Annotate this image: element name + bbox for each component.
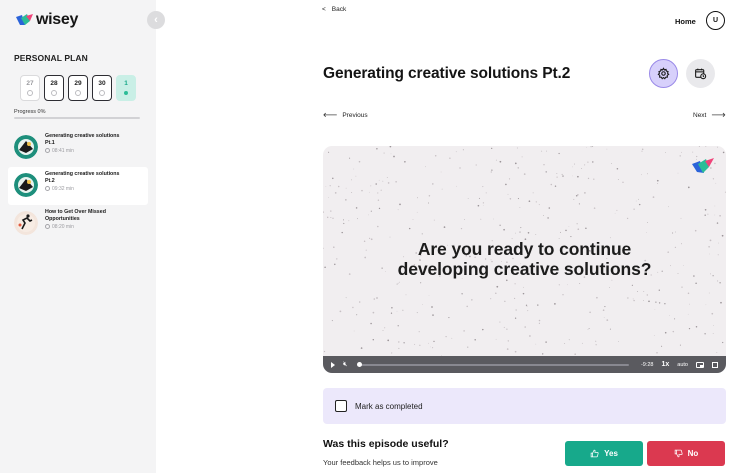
day-status-dot: [124, 91, 128, 95]
picture-in-picture-icon[interactable]: [696, 361, 704, 368]
wisey-watermark-icon: [692, 158, 714, 173]
video-scrubber[interactable]: [357, 361, 629, 367]
day-selector: 27 28 29 30 1: [20, 75, 136, 101]
day-status-dot: [51, 90, 57, 96]
day-30[interactable]: 30: [92, 75, 112, 101]
mute-icon[interactable]: 🔇︎: [343, 361, 347, 369]
sidebar: wisey PERSONAL PLAN 27 28 29 30 1 Progre…: [0, 0, 156, 473]
day-1[interactable]: 1: [116, 75, 136, 101]
feedback-question: Was this episode useful?: [323, 438, 449, 450]
episode-item[interactable]: Generating creative solutions Pt.1 08:41…: [8, 129, 148, 167]
runner-thumbnail-icon: [14, 211, 38, 235]
episode-title: How to Get Over Missed Opportunities: [45, 209, 106, 222]
next-label: Next: [693, 112, 707, 119]
day-number: 29: [74, 80, 82, 87]
episode-duration: 09:32 min: [45, 186, 121, 192]
day-status-dot: [27, 90, 33, 96]
clock-icon: [45, 148, 50, 154]
logo-text: wisey: [36, 11, 79, 28]
video-headline: Are you ready to continue developing cre…: [323, 239, 726, 279]
no-label: No: [687, 449, 699, 458]
yes-label: Yes: [604, 449, 618, 458]
day-29[interactable]: 29: [68, 75, 88, 101]
page-title: Generating creative solutions Pt.2: [323, 65, 571, 82]
avatar-initial: U: [712, 17, 719, 24]
chevron-left-icon: ‹: [154, 14, 158, 26]
collapse-sidebar-button[interactable]: ‹: [147, 11, 165, 29]
yes-button[interactable]: Yes: [565, 441, 643, 466]
arrow-left-icon: ⟵: [323, 110, 338, 121]
day-status-dot: [75, 90, 81, 96]
video-controls: 🔇︎ -9:28 1x auto: [323, 356, 726, 373]
day-number: 30: [98, 80, 106, 87]
thumbs-up-icon: [590, 449, 599, 458]
episode-title: Generating creative solutions Pt.2: [45, 171, 120, 184]
day-28[interactable]: 28: [44, 75, 64, 101]
video-headline-line: developing creative solutions?: [397, 259, 652, 279]
wisey-logo[interactable]: wisey: [16, 11, 78, 29]
schedule-button[interactable]: [686, 59, 715, 88]
episode-duration-text: 08:20 min: [52, 223, 74, 230]
progress-bar: [14, 117, 140, 119]
wisey-logo-icon: [16, 14, 33, 25]
no-button[interactable]: No: [647, 441, 725, 466]
episode-duration-text: 08:41 min: [52, 147, 74, 154]
episode-item[interactable]: How to Get Over Missed Opportunities 08:…: [8, 205, 148, 243]
plan-title: PERSONAL PLAN: [14, 53, 88, 63]
scrubber-handle[interactable]: [357, 361, 363, 367]
creative-thumbnail-icon: [14, 135, 38, 159]
episode-duration: 08:41 min: [45, 148, 121, 154]
quality-button[interactable]: auto: [677, 362, 688, 368]
mark-completed-checkbox[interactable]: [335, 400, 347, 412]
creative-thumbnail-icon: [14, 173, 38, 197]
previous-episode-link[interactable]: ⟵ Previous: [323, 110, 368, 121]
arrow-right-icon: ⟶: [711, 110, 726, 121]
clock-icon: [45, 186, 50, 192]
day-27[interactable]: 27: [20, 75, 40, 101]
clock-icon: [45, 224, 50, 230]
back-link[interactable]: < Back: [322, 6, 346, 13]
avatar[interactable]: U: [706, 11, 725, 30]
episode-title: Generating creative solutions Pt.1: [45, 133, 120, 146]
episode-duration: 08:20 min: [45, 224, 121, 230]
day-number: 1: [124, 80, 128, 87]
day-status-dot: [99, 90, 105, 96]
fullscreen-icon[interactable]: [712, 361, 718, 368]
day-number: 27: [26, 80, 34, 87]
mark-completed-label: Mark as completed: [355, 401, 423, 411]
playback-speed-button[interactable]: 1x: [661, 361, 669, 368]
calendar-clock-icon: [695, 68, 707, 80]
episode-item-current[interactable]: Generating creative solutions Pt.2 09:32…: [8, 167, 148, 205]
progress-label: Progress 0%: [14, 109, 46, 115]
settings-button[interactable]: [649, 59, 678, 88]
next-episode-link[interactable]: Next ⟶: [693, 110, 726, 121]
feedback-subtitle: Your feedback helps us to improve: [323, 458, 438, 467]
chevron-left-icon: <: [322, 6, 326, 13]
home-link[interactable]: Home: [675, 17, 696, 26]
thumbs-down-icon: [674, 449, 683, 458]
video-player[interactable]: Are you ready to continue developing cre…: [323, 146, 726, 373]
gear-icon: [657, 67, 670, 80]
back-label: Back: [331, 6, 347, 13]
mark-completed-row[interactable]: Mark as completed: [323, 388, 726, 424]
video-headline-line: Are you ready to continue: [417, 239, 632, 259]
play-icon[interactable]: [331, 361, 335, 368]
previous-label: Previous: [342, 112, 368, 119]
time-remaining: -9:28: [640, 361, 654, 368]
episode-duration-text: 09:32 min: [52, 185, 74, 192]
day-number: 28: [50, 80, 58, 87]
